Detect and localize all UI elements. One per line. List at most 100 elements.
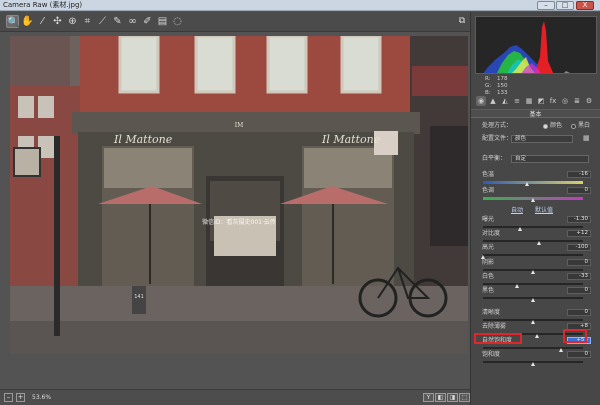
preview-photo[interactable]: Il Mattone Il Mattone IM 微信ID：看灰摄史001·云传… (10, 36, 468, 354)
basic-tab-icon[interactable]: ◉ (476, 96, 486, 106)
slider-track-whites[interactable] (483, 283, 583, 288)
panel-tabs: ◉ ▲ ◭ ≡ ▦ ◩ fx ◎ ≣ ⚙ (473, 95, 599, 107)
radial-filter-icon[interactable]: ◌ (171, 15, 184, 28)
storefront-sign-center: IM (235, 122, 244, 129)
slider-value-whites[interactable]: -33 (567, 273, 591, 280)
graduated-filter-icon[interactable]: ▤ (156, 15, 169, 28)
white-balance-select[interactable]: 自定 (511, 155, 589, 163)
slider-label-contrast: 对比度 (482, 230, 501, 237)
zoom-tool-icon[interactable]: 🔍 (6, 15, 19, 28)
histogram (475, 16, 597, 74)
toggle-preview-button[interactable]: ⬚ (459, 393, 470, 402)
color-sampler-tool-icon[interactable]: ✣ (51, 15, 64, 28)
white-balance-tool-icon[interactable]: ⁄ (36, 15, 49, 28)
minimize-button[interactable]: – (537, 1, 555, 10)
slider-value-temp[interactable]: -16 (567, 171, 591, 178)
white-balance-label: 白平衡： (482, 155, 507, 162)
straighten-tool-icon[interactable]: ⟋ (96, 15, 109, 28)
slider-track-shadows[interactable] (483, 269, 583, 274)
slider-label-exposure: 曝光 (482, 216, 495, 223)
adjustment-panel: R: 178 G: 150 B: 133 ◉ ▲ ◭ ≡ ▦ ◩ fx ◎ ≣ ⚙ 基本 处理方式… (470, 12, 600, 405)
slider-track-vibrance[interactable] (483, 347, 583, 352)
slider-track-contrast[interactable] (483, 240, 583, 245)
slider-thumb-vibrance[interactable] (559, 348, 563, 352)
zoom-level[interactable]: 53.6% (32, 393, 51, 402)
slider-thumb-dehaze[interactable] (535, 334, 539, 338)
crop-tool-icon[interactable]: ⌗ (81, 15, 94, 28)
process-label: 处理方式： (482, 122, 513, 129)
hand-tool-icon[interactable]: ✋ (21, 15, 34, 28)
tone-curve-tab-icon[interactable]: ▲ (488, 96, 498, 106)
profile-browser-icon[interactable]: ▦ (583, 134, 590, 142)
tool-bar: ⧉ 🔍 ✋ ⁄ ✣ ⊕ ⌗ ⟋ ✎ ∞ ✐ ▤ ◌ (0, 12, 470, 32)
lens-tab-icon[interactable]: ◩ (536, 96, 546, 106)
slider-label-clarity: 清晰度 (482, 309, 501, 316)
slider-thumb-saturation[interactable] (531, 362, 535, 366)
histogram-r-value: 178 (497, 76, 508, 82)
effects-tab-icon[interactable]: fx (548, 96, 558, 106)
process-bw-label: 黑白 (578, 122, 591, 129)
presets-tab-icon[interactable]: ≣ (572, 96, 582, 106)
spot-removal-tool-icon[interactable]: ✎ (111, 15, 124, 28)
copy-settings-button[interactable]: ◨ (447, 393, 458, 402)
calibration-tab-icon[interactable]: ◎ (560, 96, 570, 106)
slider-thumb-tint[interactable] (531, 198, 535, 202)
slider-thumb-whites[interactable] (515, 284, 519, 288)
slider-value-blacks[interactable]: 0 (567, 287, 591, 294)
slider-track-blacks[interactable] (483, 297, 583, 302)
slider-thumb-shadows[interactable] (531, 270, 535, 274)
slider-value-tint[interactable]: 0 (567, 187, 591, 194)
storefront-sign-right: Il Mattone (321, 133, 381, 146)
slider-track-highlights[interactable] (481, 254, 583, 259)
slider-value-exposure[interactable]: -1.30 (567, 216, 591, 223)
profile-select[interactable]: 颜色 (511, 135, 573, 143)
slider-thumb-blacks[interactable] (531, 298, 535, 302)
slider-label-highlights: 高光 (482, 244, 495, 251)
camera-raw-window: Camera Raw (素材.jpg) – □ X ⧉ 🔍 ✋ ⁄ ✣ ⊕ ⌗ ⟋ ✎ ∞ ✐ ▤ ◌ (0, 0, 600, 405)
slider-thumb-contrast[interactable] (537, 241, 541, 245)
storefront-sign-left: Il Mattone (113, 133, 173, 146)
storefront-image: Il Mattone Il Mattone IM 微信ID：看灰摄史001·云传… (10, 36, 468, 354)
split-toning-tab-icon[interactable]: ▦ (524, 96, 534, 106)
detail-tab-icon[interactable]: ◭ (500, 96, 510, 106)
process-bw-radio[interactable] (571, 124, 576, 129)
slider-thumb-exposure[interactable] (518, 227, 522, 231)
before-after-y-button[interactable]: Y (423, 393, 434, 402)
red-eye-tool-icon[interactable]: ∞ (126, 15, 139, 28)
slider-track-temp[interactable] (483, 181, 583, 186)
process-color-radio[interactable] (543, 124, 548, 129)
slider-label-saturation: 饱和度 (482, 351, 501, 358)
maximize-button[interactable]: □ (556, 1, 574, 10)
slider-label-shadows: 阴影 (482, 259, 495, 266)
zoom-out-button[interactable]: – (4, 393, 13, 402)
slider-thumb-temp[interactable] (525, 182, 529, 186)
slider-label-tint: 色调 (482, 187, 495, 194)
auto-link[interactable]: 自动 (511, 205, 523, 214)
preview-toggle-icon[interactable]: ⧉ (456, 15, 468, 27)
vibrance-value-highlight (563, 329, 587, 343)
targeted-adjustment-tool-icon[interactable]: ⊕ (66, 15, 79, 28)
slider-track-clarity[interactable] (483, 319, 583, 324)
slider-value-saturation[interactable]: 0 (567, 351, 591, 358)
slider-value-shadows[interactable]: 0 (567, 259, 591, 266)
slider-value-clarity[interactable]: 0 (567, 309, 591, 316)
slider-track-tint[interactable] (483, 197, 583, 202)
process-color-label: 颜色 (550, 122, 563, 129)
slider-thumb-clarity[interactable] (531, 320, 535, 324)
slider-label-dehaze: 去除薄雾 (482, 323, 507, 330)
slider-track-exposure[interactable] (483, 226, 583, 231)
slider-track-saturation[interactable] (483, 361, 583, 366)
histogram-r-label: R: (485, 76, 491, 82)
slider-value-contrast[interactable]: +12 (567, 230, 591, 237)
histogram-graph (483, 21, 570, 73)
window-title: Camera Raw (素材.jpg) (3, 1, 83, 9)
close-button[interactable]: X (576, 1, 594, 10)
zoom-in-button[interactable]: + (16, 393, 25, 402)
door-number: 141 (134, 294, 144, 300)
slider-value-highlights[interactable]: -100 (567, 244, 591, 251)
hsl-tab-icon[interactable]: ≡ (512, 96, 522, 106)
default-link[interactable]: 默认值 (535, 205, 553, 214)
adjustment-brush-icon[interactable]: ✐ (141, 15, 154, 28)
before-after-swap-button[interactable]: ◧ (435, 393, 446, 402)
snapshots-tab-icon[interactable]: ⚙ (584, 96, 594, 106)
